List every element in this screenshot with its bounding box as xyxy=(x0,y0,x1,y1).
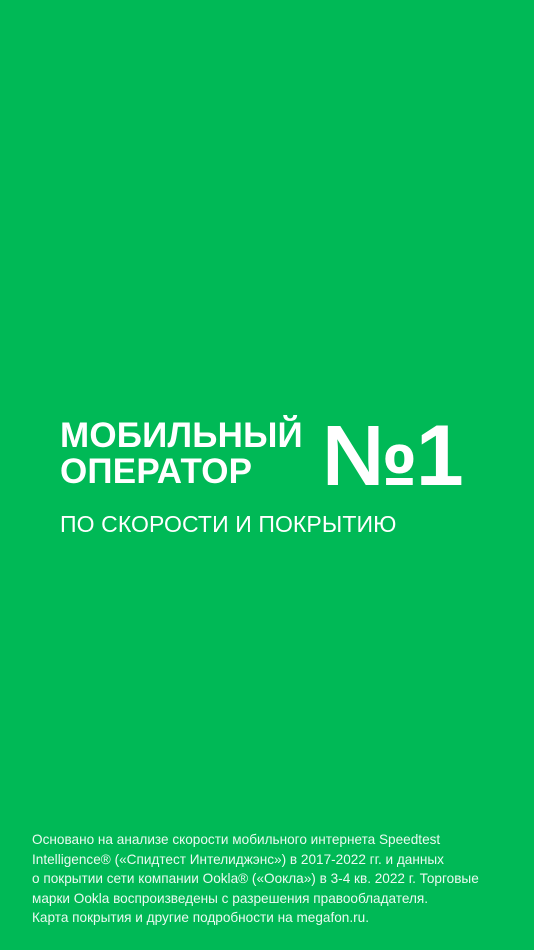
disclaimer-line: Основано на анализе скорости мобильного … xyxy=(32,832,441,847)
hero-slogan: МОБИЛЬНЫЙ ОПЕРАТОР №1 ПО СКОРОСТИ И ПОКР… xyxy=(60,408,480,542)
headline-lines: МОБИЛЬНЫЙ ОПЕРАТОР xyxy=(60,418,320,490)
headline-line-1: МОБИЛЬНЫЙ xyxy=(60,416,303,455)
disclaimer-line: Intelligence® («Спидтест Интелиджэнс») в… xyxy=(32,851,444,867)
splash-screen: { "brand": { "background": "#00b956", "t… xyxy=(0,0,534,950)
hero-subline: ПО СКОРОСТИ И ПОКРЫТИЮ xyxy=(60,511,397,537)
legal-disclaimer: Основано на анализе скорости мобильного … xyxy=(32,830,508,928)
rank-number-one: №1 xyxy=(322,408,464,504)
disclaimer-line: марки Ookla воспроизведены с разрешения … xyxy=(32,890,429,906)
disclaimer-line: о покрытии сети компании Ookla® («Оокла»… xyxy=(32,871,479,886)
disclaimer-line: Карта покрытия и другие подробности на m… xyxy=(32,910,370,925)
headline-line-2: ОПЕРАТОР xyxy=(60,452,253,491)
hero-headline: МОБИЛЬНЫЙ ОПЕРАТОР №1 xyxy=(60,408,480,504)
